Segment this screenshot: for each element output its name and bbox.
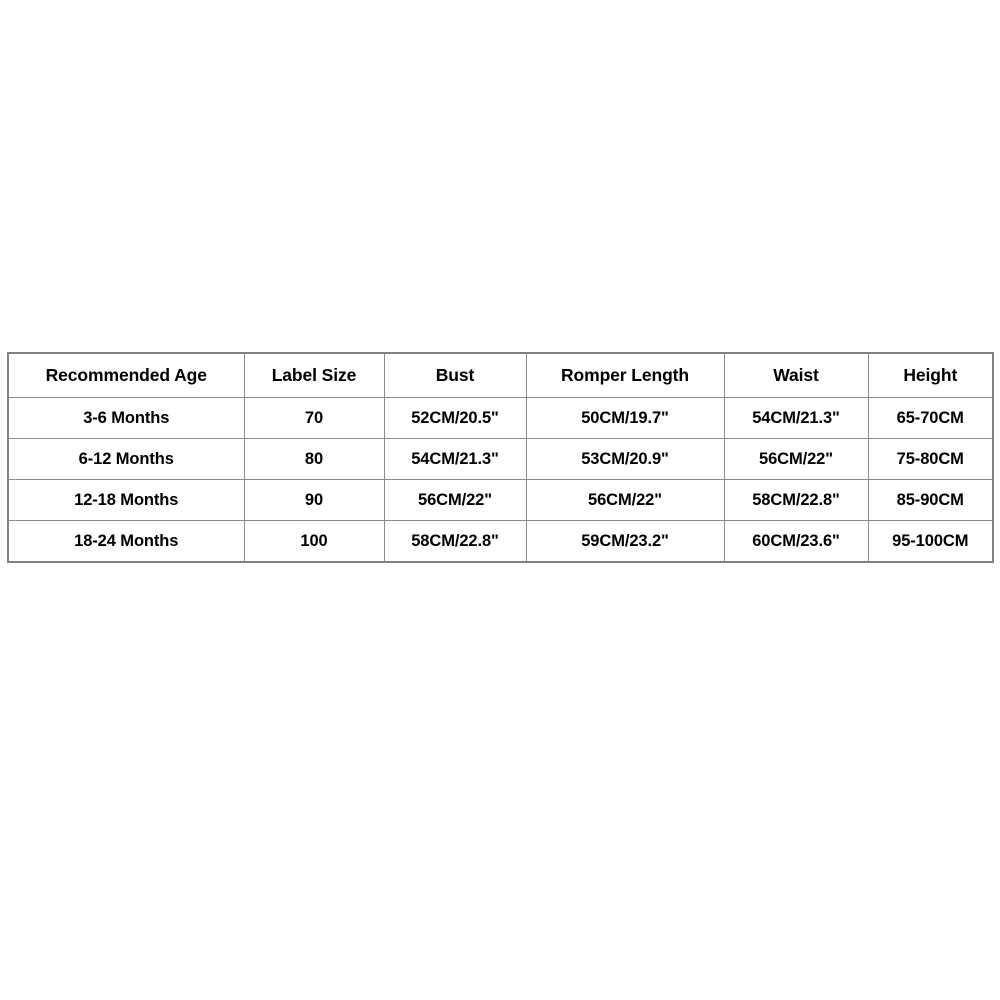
cell-height: 85-90CM (867, 479, 994, 521)
table-row: 3-6 Months 70 52CM/20.5" 50CM/19.7" 54CM… (7, 397, 994, 439)
size-chart-table: Recommended Age Label Size Bust Romper L… (7, 352, 994, 563)
table-header: Recommended Age Label Size Bust Romper L… (7, 352, 994, 398)
cell-label-size: 100 (243, 520, 385, 563)
cell-waist: 56CM/22" (723, 438, 869, 480)
cell-height: 75-80CM (867, 438, 994, 480)
cell-label-size: 70 (243, 397, 385, 439)
cell-waist: 60CM/23.6" (723, 520, 869, 563)
cell-height: 65-70CM (867, 397, 994, 439)
cell-bust: 58CM/22.8" (383, 520, 527, 563)
cell-waist: 58CM/22.8" (723, 479, 869, 521)
cell-romper-length: 53CM/20.9" (525, 438, 725, 480)
cell-romper-length: 59CM/23.2" (525, 520, 725, 563)
column-header-waist: Waist (723, 352, 869, 398)
cell-label-size: 80 (243, 438, 385, 480)
table-row: 12-18 Months 90 56CM/22" 56CM/22" 58CM/2… (7, 479, 994, 521)
column-header-height: Height (867, 352, 994, 398)
column-header-romper-length: Romper Length (525, 352, 725, 398)
cell-romper-length: 56CM/22" (525, 479, 725, 521)
table-header-row: Recommended Age Label Size Bust Romper L… (7, 352, 994, 398)
cell-bust: 54CM/21.3" (383, 438, 527, 480)
cell-recommended-age: 18-24 Months (7, 520, 245, 563)
table-row: 6-12 Months 80 54CM/21.3" 53CM/20.9" 56C… (7, 438, 994, 480)
cell-recommended-age: 12-18 Months (7, 479, 245, 521)
column-header-bust: Bust (383, 352, 527, 398)
cell-label-size: 90 (243, 479, 385, 521)
table-row: 18-24 Months 100 58CM/22.8" 59CM/23.2" 6… (7, 520, 994, 563)
cell-romper-length: 50CM/19.7" (525, 397, 725, 439)
table-body: 3-6 Months 70 52CM/20.5" 50CM/19.7" 54CM… (7, 397, 994, 563)
cell-bust: 56CM/22" (383, 479, 527, 521)
cell-height: 95-100CM (867, 520, 994, 563)
cell-recommended-age: 3-6 Months (7, 397, 245, 439)
cell-bust: 52CM/20.5" (383, 397, 527, 439)
size-chart-container: Recommended Age Label Size Bust Romper L… (7, 352, 994, 563)
column-header-label-size: Label Size (243, 352, 385, 398)
column-header-recommended-age: Recommended Age (7, 352, 245, 398)
cell-recommended-age: 6-12 Months (7, 438, 245, 480)
cell-waist: 54CM/21.3" (723, 397, 869, 439)
